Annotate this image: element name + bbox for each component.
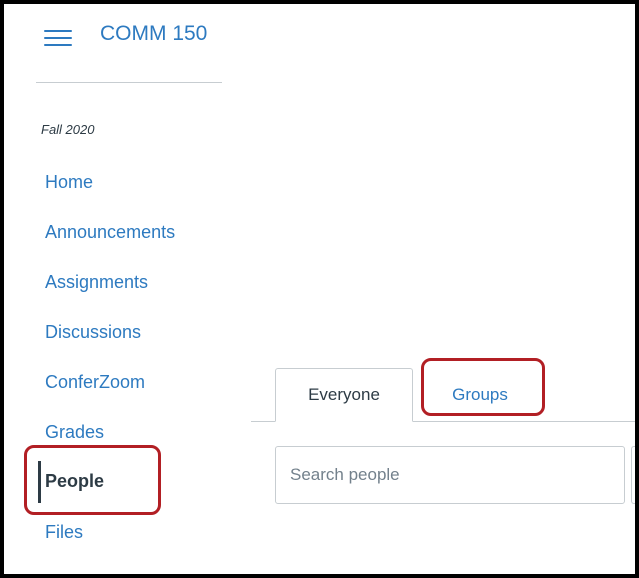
header-divider	[36, 82, 222, 83]
sidebar-item-files[interactable]: Files	[45, 522, 83, 543]
sidebar-item-grades[interactable]: Grades	[45, 422, 104, 443]
screenshot-frame: COMM 150 Fall 2020 Home Announcements As…	[0, 0, 639, 578]
sidebar-item-assignments[interactable]: Assignments	[45, 272, 148, 293]
sidebar-item-announcements[interactable]: Announcements	[45, 222, 175, 243]
sidebar-item-people[interactable]: People	[45, 471, 104, 492]
tab-everyone[interactable]: Everyone	[275, 368, 413, 422]
sidebar-item-conferzoom[interactable]: ConferZoom	[45, 372, 145, 393]
sidebar-item-home[interactable]: Home	[45, 172, 93, 193]
hamburger-menu-icon[interactable]	[44, 28, 72, 48]
tab-groups[interactable]: Groups	[424, 368, 536, 422]
sidebar-item-discussions[interactable]: Discussions	[45, 322, 141, 343]
term-label: Fall 2020	[41, 122, 95, 137]
search-people-input[interactable]	[275, 446, 625, 504]
active-item-indicator	[38, 461, 41, 503]
adjacent-control-edge	[631, 446, 635, 504]
course-title-link[interactable]: COMM 150	[100, 22, 227, 46]
